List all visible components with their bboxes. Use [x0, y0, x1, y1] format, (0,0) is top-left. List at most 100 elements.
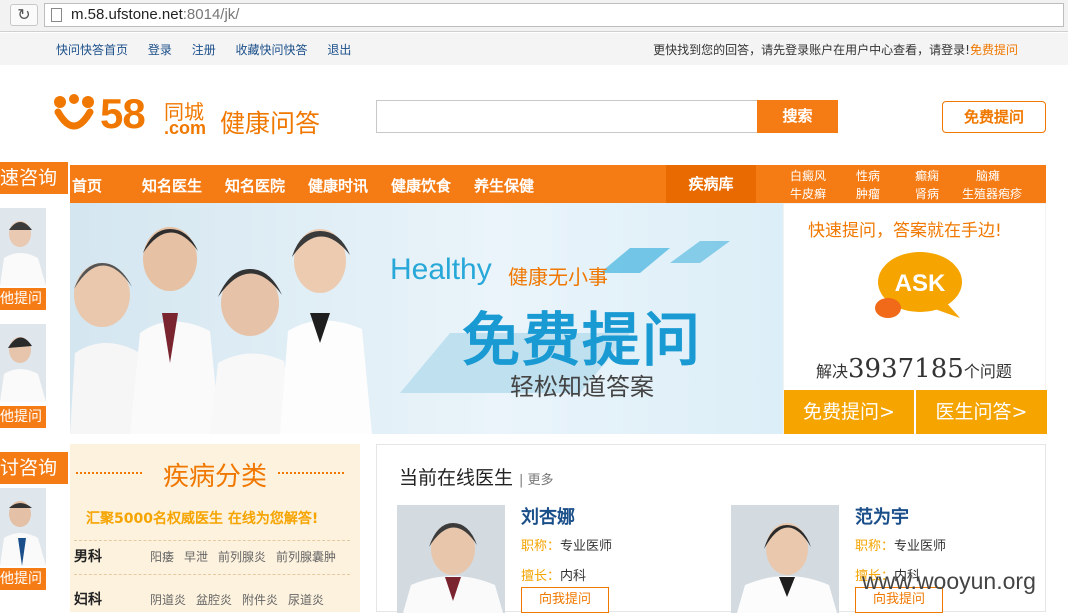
notice-free-ask-link[interactable]: 免费提问 — [970, 43, 1018, 57]
more-link[interactable]: | 更多 — [519, 469, 554, 488]
main-nav: 首页 知名医生 知名医院 健康时讯 健康饮食 养生保健 疾病库 白癜风 性病 癫… — [70, 165, 1046, 203]
ask-him-button[interactable]: 他提问 — [0, 288, 46, 310]
disease-link[interactable]: 癫痫 — [915, 167, 939, 184]
url-text[interactable]: m.58.ufstone.net:8014/jk/ — [71, 6, 239, 23]
reload-icon[interactable]: ↻ — [10, 4, 38, 26]
login-notice-text: 更快找到您的回答，请先登录账户在用户中心查看，请登录! — [653, 43, 970, 57]
category-tag[interactable]: 阳痿 — [150, 548, 174, 565]
disease-link[interactable]: 生殖器疱疹 — [962, 185, 1022, 202]
category-tag[interactable]: 附件炎 — [242, 591, 278, 608]
search-input[interactable] — [376, 100, 758, 133]
disease-link[interactable]: 脑瘫 — [976, 167, 1000, 184]
chevron-right-icon: > — [879, 401, 895, 423]
search-button[interactable]: 搜索 — [757, 100, 838, 133]
category-row: 男科 阳痿 早泄 前列腺炎 前列腺囊肿 — [74, 546, 356, 566]
consult-title: 速咨询 — [0, 162, 68, 194]
solved-suffix: 个问题 — [963, 362, 1012, 381]
free-ask-panel-label: 免费提问 — [803, 401, 880, 423]
specialty-value: 内科 — [560, 569, 587, 584]
doctor-title: 职称：专业医师 — [521, 535, 612, 554]
doctor-specialty: 擅长：内科 — [521, 565, 586, 584]
ask-him-button[interactable]: 他提问 — [0, 406, 46, 428]
ask-him-button[interactable]: 他提问 — [0, 568, 46, 590]
categories-title: 疾病分类 — [162, 462, 267, 492]
disease-link[interactable]: 肿瘤 — [856, 185, 880, 202]
nav-wellness[interactable]: 养生保健 — [474, 175, 534, 196]
doctor-thumb[interactable] — [0, 324, 46, 402]
ask-bubble-icon: ASK — [875, 252, 962, 318]
watermark: www.wooyun.org — [862, 568, 1036, 594]
solved-count: 解决3937185个问题 — [816, 354, 1012, 384]
doctor-thumb[interactable] — [0, 208, 46, 286]
browser-toolbar: ↻ m.58.ufstone.net:8014/jk/ — [0, 0, 1068, 32]
nav-diet[interactable]: 健康饮食 — [391, 175, 451, 196]
disease-link[interactable]: 牛皮癣 — [790, 185, 826, 202]
row-divider — [74, 574, 350, 575]
logo-face-icon — [54, 94, 94, 130]
link-bookmark[interactable]: 收藏快问快答 — [236, 43, 308, 57]
site-logo[interactable]: 58 同城 .com 健康问答 — [52, 90, 332, 140]
login-notice: 更快找到您的回答，请先登录账户在用户中心查看，请登录!免费提问 — [653, 41, 1018, 58]
doctor-photo[interactable] — [397, 505, 505, 613]
top-links-bar: 快问快答首页 登录 注册 收藏快问快答 退出 更快找到您的回答，请先登录账户在用… — [0, 33, 1068, 65]
doctor-title: 职称：专业医师 — [855, 535, 946, 554]
category-tag[interactable]: 前列腺炎 — [218, 548, 266, 565]
solved-number: 3937185 — [848, 354, 964, 384]
banner-headline: 免费提问 — [462, 306, 703, 374]
doctor-name[interactable]: 范为宇 — [855, 503, 909, 529]
url-path: :8014/jk/ — [182, 6, 240, 23]
banner-healthy: Healthy — [390, 253, 492, 286]
doctor-thumb[interactable] — [0, 488, 46, 566]
nav-doctors[interactable]: 知名医生 — [142, 175, 202, 196]
title-value: 专业医师 — [894, 539, 947, 554]
doctor-qa-button[interactable]: 医生问答> — [916, 390, 1047, 434]
category-tag[interactable]: 盆腔炎 — [196, 591, 232, 608]
disease-categories: 疾病分类 汇聚5000名权威医生 在线为您解答! 男科 阳痿 早泄 前列腺炎 前… — [70, 444, 360, 612]
url-host: m.58.ufstone.net — [71, 6, 183, 23]
free-ask-button[interactable]: 免费提问 — [942, 101, 1046, 133]
link-logout[interactable]: 退出 — [327, 43, 351, 57]
title-divider — [278, 472, 344, 474]
disease-link[interactable]: 性病 — [856, 167, 880, 184]
top-links: 快问快答首页 登录 注册 收藏快问快答 退出 — [56, 41, 367, 58]
category-tag[interactable]: 阴道炎 — [150, 591, 186, 608]
nav-disease-library[interactable]: 疾病库 — [666, 165, 756, 203]
solved-prefix: 解决 — [816, 362, 849, 381]
quick-ask-title: 快速提问，答案就在手边! — [808, 221, 1002, 241]
page-icon — [51, 8, 62, 22]
link-login[interactable]: 登录 — [148, 43, 172, 57]
categories-subtitle: 汇聚5000名权威医生 在线为您解答! — [86, 511, 319, 527]
logo-58: 58 — [100, 90, 146, 137]
online-doctors-title: 当前在线医生 — [399, 467, 514, 489]
hero-banner[interactable]: Healthy 健康无小事 免费提问 轻松知道答案 — [70, 203, 783, 434]
doctor-name[interactable]: 刘杏娜 — [521, 503, 575, 529]
doctor-card: 刘杏娜 职称：专业医师 擅长：内科 向我提问 — [397, 505, 707, 613]
doctor-qa-label: 医生问答 — [935, 401, 1012, 423]
category-name[interactable]: 妇科 — [74, 589, 102, 609]
link-register[interactable]: 注册 — [192, 43, 216, 57]
banner-subtitle: 轻松知道答案 — [510, 373, 654, 401]
category-tag[interactable]: 早泄 — [184, 548, 208, 565]
category-tag[interactable]: 尿道炎 — [288, 591, 324, 608]
consult-title: 讨咨询 — [0, 452, 68, 484]
nav-hospitals[interactable]: 知名医院 — [225, 175, 285, 196]
ask-bubble-text: ASK — [895, 270, 946, 297]
nav-news[interactable]: 健康时讯 — [308, 175, 368, 196]
category-tag[interactable]: 前列腺囊肿 — [276, 548, 336, 565]
ask-doctor-button[interactable]: 向我提问 — [521, 587, 609, 613]
quick-ask-panel: 快速提问，答案就在手边! ASK 解决3937185个问题 免费提问> 医生问答… — [783, 203, 1047, 434]
link-home[interactable]: 快问快答首页 — [56, 43, 128, 57]
nav-home[interactable]: 首页 — [72, 175, 102, 196]
left-consult-strip: 速咨询 他提问 他提问 讨咨询 他提问 — [0, 160, 70, 612]
title-key: 职称： — [521, 539, 561, 554]
disease-link[interactable]: 白癜风 — [790, 167, 826, 184]
category-row: 妇科 阴道炎 盆腔炎 附件炎 尿道炎 — [74, 589, 356, 609]
title-value: 专业医师 — [560, 539, 613, 554]
doctor-photo[interactable] — [731, 505, 839, 613]
title-key: 职称： — [855, 539, 895, 554]
address-bar[interactable]: m.58.ufstone.net:8014/jk/ — [44, 3, 1064, 27]
disease-link[interactable]: 肾病 — [915, 185, 939, 202]
specialty-key: 擅长： — [521, 569, 561, 584]
free-ask-panel-button[interactable]: 免费提问> — [784, 390, 914, 434]
category-name[interactable]: 男科 — [74, 546, 102, 566]
